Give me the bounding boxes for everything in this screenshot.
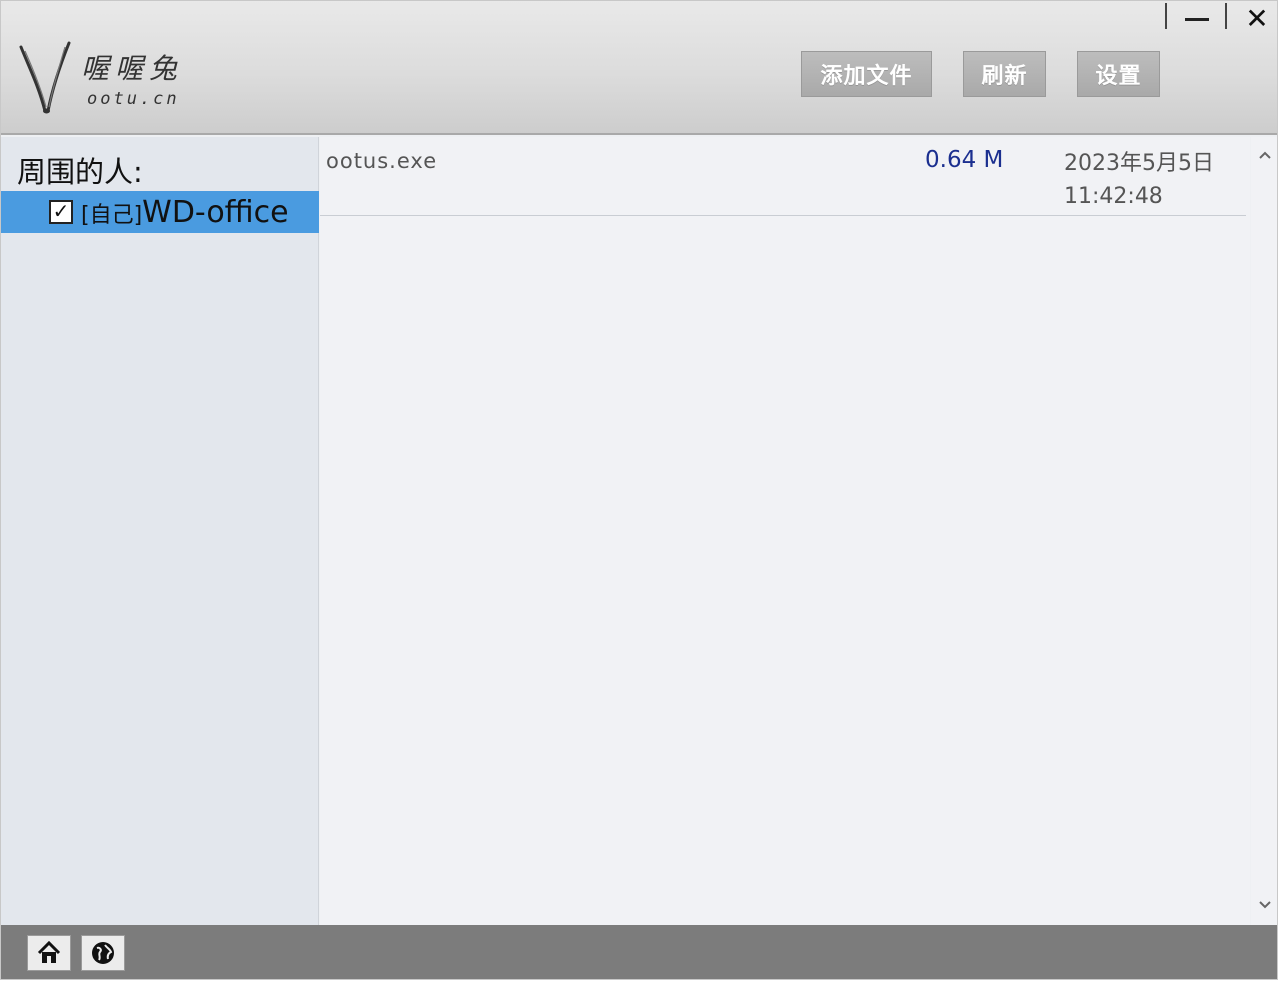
window-control-divider (1225, 3, 1227, 29)
bottom-toolbar (1, 925, 1277, 979)
close-button[interactable]: ✕ (1237, 1, 1277, 37)
logo-domain: ootu.cn (87, 89, 180, 109)
file-row[interactable]: ootus.exe 0.64 M 2023年5月5日 11:42:48 (320, 137, 1246, 216)
file-timestamp: 2023年5月5日 11:42:48 (1064, 147, 1214, 213)
close-icon: ✕ (1245, 2, 1269, 35)
nearby-people-title: 周围的人: (17, 155, 143, 189)
scroll-down-icon[interactable] (1258, 899, 1272, 911)
file-name: ootus.exe (326, 149, 438, 173)
window-control-divider (1165, 3, 1167, 29)
app-window: 喔喔兔 ootu.cn 添加文件 刷新 设置 ✕ 周围的人: ✓ [自己]WD-… (0, 0, 1278, 980)
header-bar: 喔喔兔 ootu.cn 添加文件 刷新 设置 ✕ (1, 1, 1277, 135)
peer-name: WD-office (142, 195, 289, 230)
nearby-people-panel: 周围的人: ✓ [自己]WD-office (1, 137, 319, 925)
peer-checkbox[interactable]: ✓ (49, 200, 73, 224)
logo-title-cn: 喔喔兔 (81, 52, 184, 85)
peer-item-self[interactable]: ✓ [自己]WD-office (1, 191, 319, 233)
settings-button[interactable]: 设置 (1077, 51, 1160, 97)
minimize-button[interactable] (1175, 1, 1219, 37)
add-file-button[interactable]: 添加文件 (801, 51, 932, 97)
file-time: 11:42:48 (1064, 184, 1163, 209)
peer-self-tag: [自己] (81, 203, 143, 228)
peer-label: [自己]WD-office (81, 195, 289, 230)
file-size: 0.64 M (925, 147, 1004, 173)
checkmark-icon: ✓ (52, 199, 70, 223)
scroll-up-icon[interactable] (1258, 149, 1272, 161)
app-logo: 喔喔兔 ootu.cn (15, 41, 195, 115)
file-list-scrollbar[interactable] (1251, 137, 1277, 925)
file-list: ootus.exe 0.64 M 2023年5月5日 11:42:48 (320, 137, 1250, 925)
file-date: 2023年5月5日 (1064, 151, 1214, 176)
website-button[interactable] (81, 935, 125, 971)
home-icon (37, 940, 61, 963)
home-button[interactable] (27, 935, 71, 971)
refresh-button[interactable]: 刷新 (963, 51, 1046, 97)
globe-icon (92, 942, 114, 964)
rabbit-logo-icon (19, 41, 71, 114)
